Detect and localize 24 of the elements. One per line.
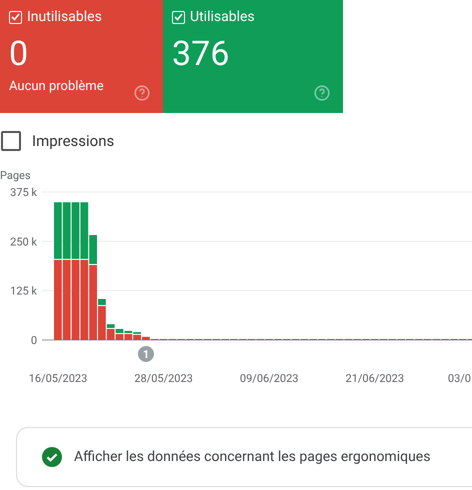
- help-icon[interactable]: [134, 85, 150, 101]
- card-note: Aucun problème: [9, 79, 104, 94]
- card-count: 0: [9, 37, 30, 71]
- axis-label: 28/05/2023: [134, 372, 193, 385]
- card-label: Utilisables: [190, 9, 255, 25]
- status-card[interactable]: Inutilisables 0 Aucun problème: [0, 0, 163, 113]
- card-count: 376: [172, 37, 230, 71]
- help-icon[interactable]: [314, 85, 330, 101]
- checkbox-label: Impressions: [32, 132, 114, 150]
- axis-title: Pages: [0, 169, 31, 182]
- axis-label: 16/05/2023: [28, 372, 88, 385]
- axis-label: 03/0: [448, 372, 471, 385]
- axis-label: 09/06/2023: [240, 372, 298, 385]
- axis-label: 21/06/2023: [346, 372, 404, 385]
- axis-label: 125 k: [10, 284, 37, 298]
- axis-label: 250 k: [10, 235, 37, 248]
- annotation-marker[interactable]: 1: [138, 346, 154, 362]
- notice-text[interactable]: Afficher les données concernant les pages ergonomiques: [74, 449, 430, 465]
- axis-label: 0: [30, 334, 37, 347]
- axis-label: 375 k: [10, 186, 37, 199]
- chart-bar: [62, 202, 71, 259]
- card-label: Inutilisables: [27, 9, 102, 25]
- status-card[interactable]: Utilisables 376: [163, 0, 343, 113]
- checkbox[interactable]: [1, 131, 21, 151]
